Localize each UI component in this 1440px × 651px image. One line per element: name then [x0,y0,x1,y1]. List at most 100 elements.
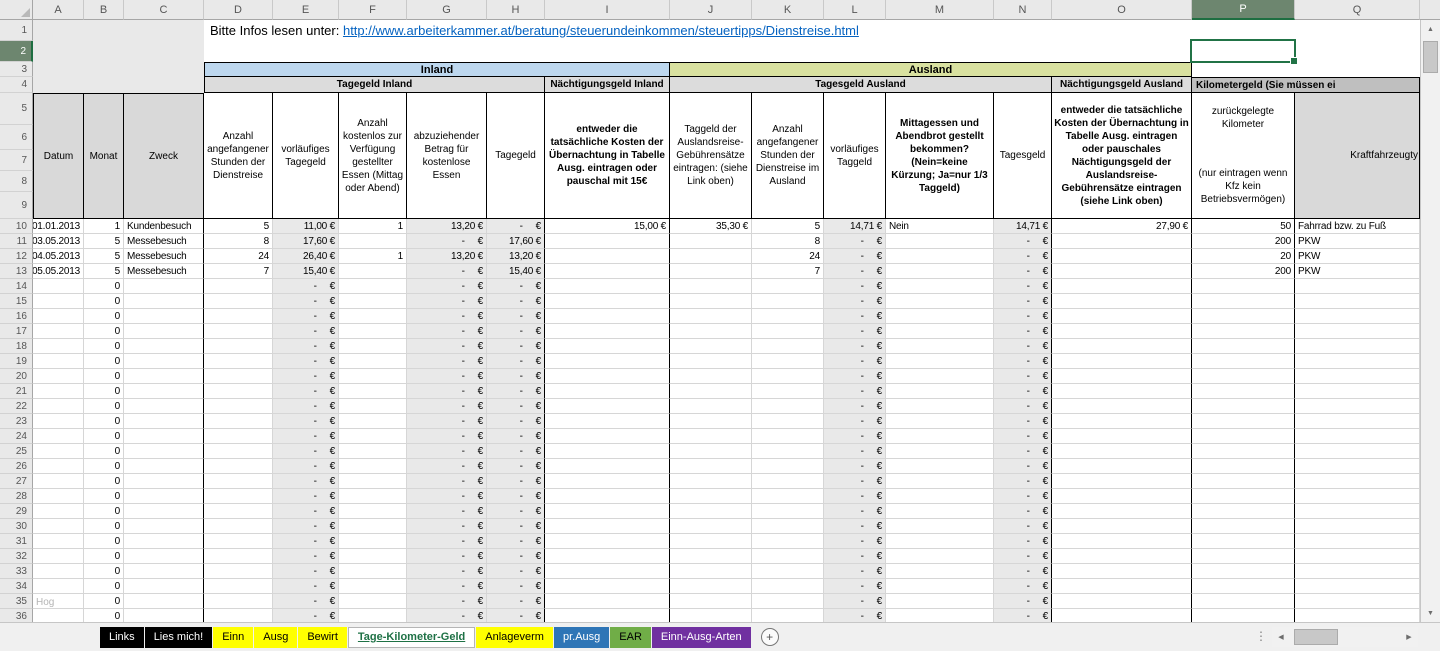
cell-N25[interactable]: - € [994,444,1052,459]
cell-C10[interactable]: Kundenbesuch [124,219,204,234]
cell-I31[interactable] [545,534,670,549]
cell-E22[interactable]: - € [273,399,339,414]
cell-M16[interactable] [886,309,994,324]
cell-K20[interactable] [752,369,824,384]
cell-C21[interactable] [124,384,204,399]
row-header-8[interactable]: 8 [0,171,33,192]
cell-J24[interactable] [670,429,752,444]
cell-O34[interactable] [1052,579,1192,594]
cell-H33[interactable]: - € [487,564,545,579]
header-tagesgeld[interactable]: Tagesgeld [994,93,1052,219]
cell-G12[interactable]: 13,20 € [407,249,487,264]
cell-Q11[interactable]: PKW [1295,234,1420,249]
cell-J13[interactable] [670,264,752,279]
cell-C32[interactable] [124,549,204,564]
cell-D17[interactable] [204,324,273,339]
row-header-14[interactable]: 14 [0,279,33,294]
cell-H10[interactable]: - € [487,219,545,234]
cell-G29[interactable]: - € [407,504,487,519]
cell-M27[interactable] [886,474,994,489]
cell-M17[interactable] [886,324,994,339]
cell-H15[interactable]: - € [487,294,545,309]
cell-O21[interactable] [1052,384,1192,399]
cell-E32[interactable]: - € [273,549,339,564]
cell-Q19[interactable] [1295,354,1420,369]
cell-Q34[interactable] [1295,579,1420,594]
cell-J12[interactable] [670,249,752,264]
cell-M21[interactable] [886,384,994,399]
cell-J11[interactable] [670,234,752,249]
cell-A19[interactable] [33,354,84,369]
header-naechtigung-inland-info[interactable]: entweder die tatsächliche Kosten der Übe… [545,93,670,219]
cell-O26[interactable] [1052,459,1192,474]
cell-G32[interactable]: - € [407,549,487,564]
cell-I27[interactable] [545,474,670,489]
cell-J22[interactable] [670,399,752,414]
cell-I17[interactable] [545,324,670,339]
cell-L35[interactable]: - € [824,594,886,609]
cell-J31[interactable] [670,534,752,549]
cell-K24[interactable] [752,429,824,444]
cell-B14[interactable]: 0 [84,279,124,294]
row-header-10[interactable]: 10 [0,219,33,234]
cell-A28[interactable] [33,489,84,504]
cell-D23[interactable] [204,414,273,429]
row-header-13[interactable]: 13 [0,264,33,279]
column-header-K[interactable]: K [752,0,824,20]
cell-J14[interactable] [670,279,752,294]
cell-D16[interactable] [204,309,273,324]
cell-L21[interactable]: - € [824,384,886,399]
cell-F13[interactable] [339,264,407,279]
cell-P27[interactable] [1192,474,1295,489]
cell-N23[interactable]: - € [994,414,1052,429]
hscroll-track[interactable] [1290,627,1400,647]
cell-L25[interactable]: - € [824,444,886,459]
cell-H27[interactable]: - € [487,474,545,489]
cell-F24[interactable] [339,429,407,444]
cell-B23[interactable]: 0 [84,414,124,429]
cell-B32[interactable]: 0 [84,549,124,564]
cell-G28[interactable]: - € [407,489,487,504]
cell-J34[interactable] [670,579,752,594]
sheet-tab-links[interactable]: Links [100,627,144,648]
cell-E16[interactable]: - € [273,309,339,324]
band-tagegeld-inland[interactable]: Tagegeld Inland [204,77,545,93]
row-header-23[interactable]: 23 [0,414,33,429]
cell-G19[interactable]: - € [407,354,487,369]
cell-L20[interactable]: - € [824,369,886,384]
cell-J25[interactable] [670,444,752,459]
cell-N35[interactable]: - € [994,594,1052,609]
cell-B11[interactable]: 5 [84,234,124,249]
cell-J26[interactable] [670,459,752,474]
cell-O18[interactable] [1052,339,1192,354]
cell-G10[interactable]: 13,20 € [407,219,487,234]
cell-I18[interactable] [545,339,670,354]
cell-L29[interactable]: - € [824,504,886,519]
cell-P28[interactable] [1192,489,1295,504]
cell-I23[interactable] [545,414,670,429]
cell-E21[interactable]: - € [273,384,339,399]
cell-A13[interactable]: 05.05.2013 [33,264,84,279]
cell-C19[interactable] [124,354,204,369]
cell-O29[interactable] [1052,504,1192,519]
cell-H32[interactable]: - € [487,549,545,564]
scroll-up-arrow-icon[interactable]: ▲ [1421,20,1440,38]
cell-Q15[interactable] [1295,294,1420,309]
sheet-tab-ausg[interactable]: Ausg [254,627,297,648]
cell-H29[interactable]: - € [487,504,545,519]
cell-H19[interactable]: - € [487,354,545,369]
column-header-A[interactable]: A [33,0,84,20]
header-vorlaeufiges-tagegeld[interactable]: vorläufiges Tagegeld [273,93,339,219]
cell-P11[interactable]: 200 [1192,234,1295,249]
cell-O10[interactable]: 27,90 € [1052,219,1192,234]
cell-M13[interactable] [886,264,994,279]
cell-O12[interactable] [1052,249,1192,264]
cell-Q29[interactable] [1295,504,1420,519]
cell-N33[interactable]: - € [994,564,1052,579]
cell-N12[interactable]: - € [994,249,1052,264]
cell-H35[interactable]: - € [487,594,545,609]
cell-A10[interactable]: 01.01.2013 [33,219,84,234]
cell-P23[interactable] [1192,414,1295,429]
cell-Q30[interactable] [1295,519,1420,534]
sheet-tab-anlageverm[interactable]: Anlageverm [476,627,553,648]
